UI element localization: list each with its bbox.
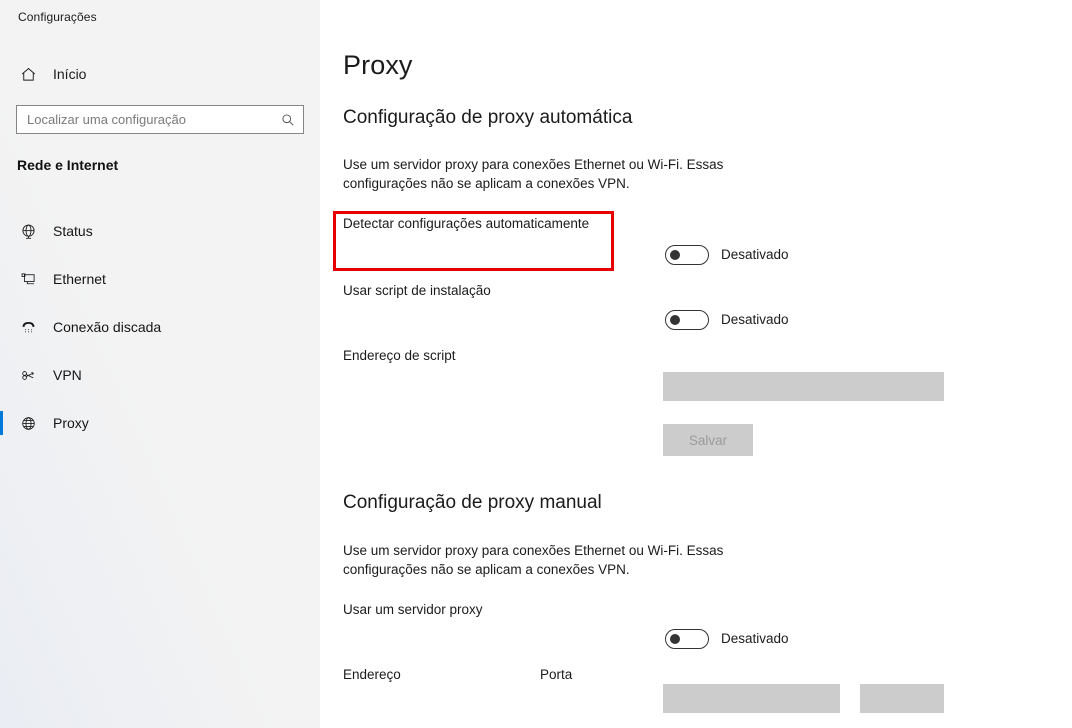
proxy-port-label: Porta (540, 667, 573, 682)
search-icon[interactable] (273, 106, 303, 133)
toggle-knob (670, 315, 680, 325)
sidebar-nav: Status Ethernet Conexão discada VPN Prox… (0, 207, 320, 447)
vpn-key-icon (14, 367, 42, 384)
use-setup-script-state: Desativado (721, 312, 789, 327)
sidebar-category-title: Rede e Internet (17, 157, 119, 173)
home-icon (14, 66, 42, 83)
proxy-address-input[interactable] (663, 684, 840, 713)
detect-settings-toggle[interactable] (665, 245, 709, 265)
auto-proxy-heading: Configuração de proxy automática (343, 107, 633, 128)
proxy-address-label: Endereço (343, 667, 401, 682)
sidebar-item-dialup[interactable]: Conexão discada (0, 303, 320, 351)
sidebar-item-home[interactable]: Início (0, 58, 320, 90)
use-setup-script-toggle[interactable] (665, 310, 709, 330)
save-button[interactable]: Salvar (663, 424, 753, 456)
script-address-label: Endereço de script (343, 348, 456, 363)
main-content: Proxy Configuração de proxy automática U… (320, 0, 1072, 728)
globe-icon (14, 223, 42, 240)
detect-settings-state: Desativado (721, 247, 789, 262)
sidebar-item-status[interactable]: Status (0, 207, 320, 255)
sidebar-item-proxy-label: Proxy (53, 415, 89, 431)
use-proxy-server-toggle[interactable] (665, 629, 709, 649)
script-address-input[interactable] (663, 372, 944, 401)
use-proxy-server-label: Usar um servidor proxy (343, 602, 483, 617)
sidebar-item-vpn[interactable]: VPN (0, 351, 320, 399)
dialup-phone-icon (14, 319, 42, 336)
use-proxy-server-state: Desativado (721, 631, 789, 646)
sidebar: Configurações Início Rede e Internet (0, 0, 320, 728)
sidebar-item-ethernet[interactable]: Ethernet (0, 255, 320, 303)
search-box[interactable] (16, 105, 304, 134)
sidebar-item-vpn-label: VPN (53, 367, 82, 383)
sidebar-item-home-label: Início (53, 66, 87, 82)
sidebar-item-proxy[interactable]: Proxy (0, 399, 320, 447)
settings-window: Configurações Início Rede e Internet (0, 0, 1072, 728)
sidebar-item-status-label: Status (53, 223, 93, 239)
sidebar-item-dialup-label: Conexão discada (53, 319, 162, 335)
page-title: Proxy (343, 50, 413, 80)
manual-proxy-description: Use um servidor proxy para conexões Ethe… (343, 543, 724, 577)
toggle-knob (670, 250, 680, 260)
toggle-knob (670, 634, 680, 644)
auto-proxy-description: Use um servidor proxy para conexões Ethe… (343, 157, 724, 191)
proxy-port-input[interactable] (860, 684, 944, 713)
app-title: Configurações (18, 10, 97, 24)
detect-settings-label: Detectar configurações automaticamente (343, 216, 590, 231)
sidebar-item-ethernet-label: Ethernet (53, 271, 106, 287)
manual-proxy-heading: Configuração de proxy manual (343, 492, 602, 513)
ethernet-icon (14, 271, 42, 288)
search-input[interactable] (17, 106, 273, 133)
globe-icon (14, 415, 42, 432)
use-setup-script-label: Usar script de instalação (343, 283, 491, 298)
